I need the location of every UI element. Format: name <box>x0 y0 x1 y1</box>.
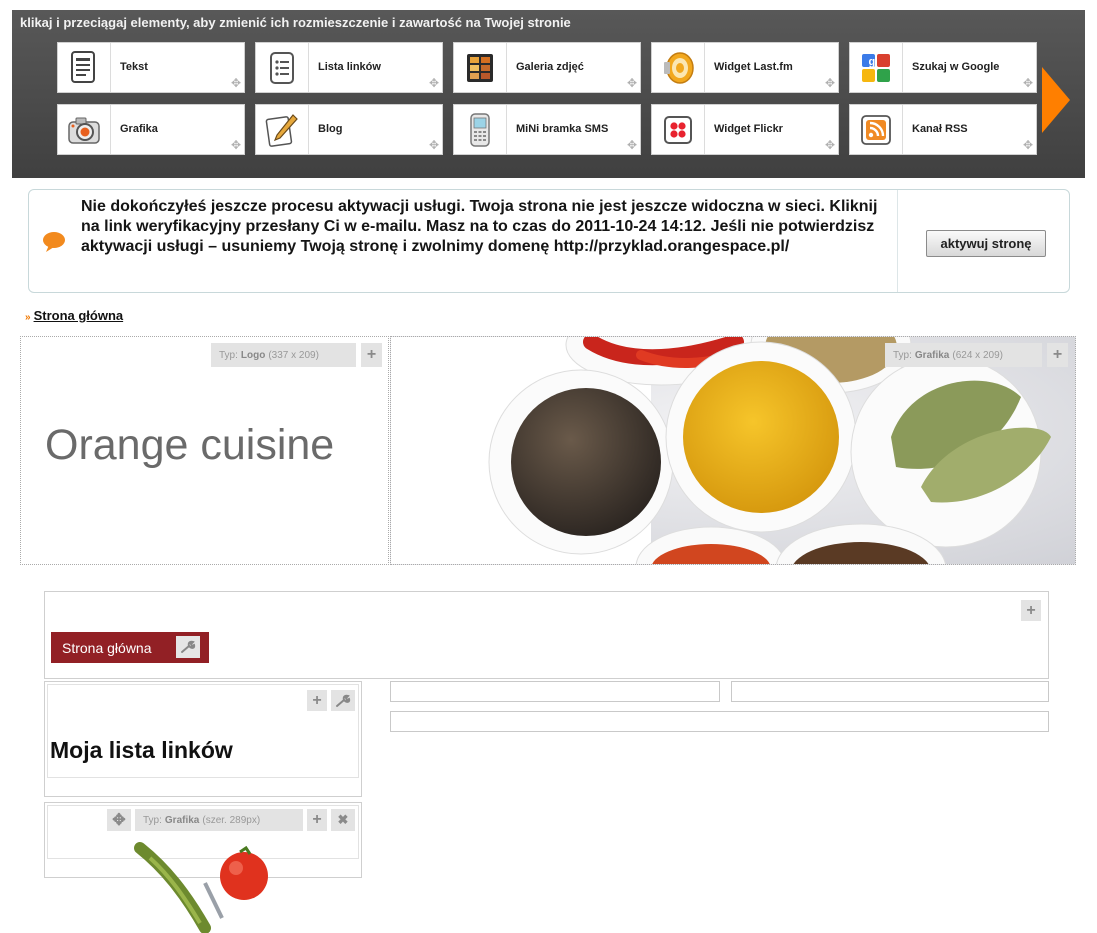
drag-handle-icon[interactable]: ✥ <box>231 76 241 90</box>
breadcrumb: » Strona główna <box>25 308 123 323</box>
widget-link-list[interactable]: Lista linków ✥ <box>255 42 443 93</box>
widget-label: Grafika <box>120 123 158 135</box>
wrench-icon[interactable] <box>176 636 200 658</box>
widget-label: Widget Last.fm <box>714 61 793 73</box>
tag-size: (337 x 209) <box>268 349 319 361</box>
sidebar-graphic-block[interactable]: ✥ Typ: Grafika (szer. 289px) + ✖ <box>44 802 362 933</box>
widget-graphic[interactable]: Grafika ✥ <box>57 104 245 155</box>
photo-gallery-icon <box>454 43 507 92</box>
breadcrumb-home-link[interactable]: Strona główna <box>34 308 124 323</box>
add-icon[interactable]: + <box>361 343 382 367</box>
tag-prefix: Typ: <box>219 349 238 361</box>
add-icon[interactable]: + <box>307 690 327 711</box>
widget-label: Szukaj w Google <box>912 61 1000 73</box>
drag-handle-icon[interactable]: ✥ <box>429 76 439 90</box>
header-image-block[interactable]: Typ: Grafika (624 x 209) + <box>390 336 1076 565</box>
menu-block: + Strona główna <box>44 591 1049 679</box>
svg-text:g: g <box>869 56 876 68</box>
notice-message: Nie dokończyłeś jeszcze procesu aktywacj… <box>81 198 878 255</box>
menu-item-home[interactable]: Strona główna <box>51 632 209 663</box>
drag-handle-icon[interactable]: ✥ <box>627 76 637 90</box>
delete-icon[interactable]: ✖ <box>331 809 355 831</box>
phone-icon <box>454 105 507 154</box>
widget-sms-gateway[interactable]: MiNi bramka SMS ✥ <box>453 104 641 155</box>
widget-blog[interactable]: Blog ✥ <box>255 104 443 155</box>
widget-toolbar: klikaj i przeciągaj elementy, aby zmieni… <box>12 10 1085 178</box>
widget-label: MiNi bramka SMS <box>516 123 609 135</box>
logo-type-tag: Typ: Logo (337 x 209) <box>211 343 356 367</box>
logo-block[interactable]: Typ: Logo (337 x 209) + Orange cuisine <box>20 336 389 565</box>
tag-type: Grafika <box>914 349 950 361</box>
tag-type: Grafika <box>164 814 200 826</box>
drag-handle-icon[interactable]: ✥ <box>1023 76 1033 90</box>
notice-divider <box>897 190 898 292</box>
content-field[interactable] <box>390 711 1049 732</box>
graphic-type-tag: Typ: Grafika (szer. 289px) <box>135 809 303 831</box>
google-icon: g <box>850 43 903 92</box>
rss-icon <box>850 105 903 154</box>
next-widgets-arrow-icon[interactable] <box>1042 67 1070 133</box>
drag-handle-icon[interactable]: ✥ <box>825 76 835 90</box>
drag-handle-icon[interactable]: ✥ <box>429 138 439 152</box>
tag-prefix: Typ: <box>893 349 912 361</box>
widget-label: Tekst <box>120 61 148 73</box>
drag-handle-icon[interactable]: ✥ <box>231 138 241 152</box>
drag-handle-icon[interactable]: ✥ <box>1023 138 1033 152</box>
widget-label: Galeria zdjęć <box>516 61 584 73</box>
text-document-icon <box>58 43 111 92</box>
widget-text[interactable]: Tekst ✥ <box>57 42 245 93</box>
widget-google-search[interactable]: g Szukaj w Google ✥ <box>849 42 1037 93</box>
add-icon[interactable]: + <box>1021 600 1041 621</box>
widget-label: Widget Flickr <box>714 123 783 135</box>
tag-type: Logo <box>240 349 266 361</box>
widget-flickr[interactable]: Widget Flickr ✥ <box>651 104 839 155</box>
widget-label: Lista linków <box>318 61 381 73</box>
move-icon[interactable]: ✥ <box>107 809 131 831</box>
spices-photo <box>391 337 1075 564</box>
tag-size: (szer. 289px) <box>202 814 261 826</box>
widget-rss[interactable]: Kanał RSS ✥ <box>849 104 1037 155</box>
add-icon[interactable]: + <box>307 809 327 831</box>
add-icon[interactable]: + <box>1047 343 1068 367</box>
content-field[interactable] <box>731 681 1049 702</box>
link-list-icon <box>256 43 309 92</box>
wrench-icon[interactable] <box>331 690 355 711</box>
activation-notice: Nie dokończyłeś jeszcze procesu aktywacj… <box>28 189 1070 293</box>
tag-size: (624 x 209) <box>952 349 1003 361</box>
widget-label: Blog <box>318 123 343 135</box>
widget-label: Kanał RSS <box>912 123 968 135</box>
camera-icon <box>58 105 111 154</box>
link-list-block[interactable]: + Moja lista linków <box>44 681 362 797</box>
breadcrumb-arrow-icon: » <box>25 312 31 323</box>
speaker-icon <box>652 43 705 92</box>
widget-lastfm[interactable]: Widget Last.fm ✥ <box>651 42 839 93</box>
activate-site-button[interactable]: aktywuj stronę <box>926 230 1046 257</box>
image-type-tag: Typ: Grafika (624 x 209) <box>885 343 1042 367</box>
menu-item-label: Strona główna <box>62 639 152 656</box>
speech-bubble-icon <box>42 231 66 258</box>
link-list-title: Moja lista linków <box>50 737 233 763</box>
pencil-paper-icon <box>256 105 309 154</box>
vegetables-photo <box>134 842 268 933</box>
content-field[interactable] <box>390 681 720 702</box>
toolbar-title: klikaj i przeciągaj elementy, aby zmieni… <box>20 15 571 30</box>
drag-handle-icon[interactable]: ✥ <box>627 138 637 152</box>
site-logo-text: Orange cuisine <box>45 421 335 469</box>
tag-prefix: Typ: <box>143 814 162 826</box>
widget-photo-gallery[interactable]: Galeria zdjęć ✥ <box>453 42 641 93</box>
drag-handle-icon[interactable]: ✥ <box>825 138 835 152</box>
flickr-icon <box>652 105 705 154</box>
